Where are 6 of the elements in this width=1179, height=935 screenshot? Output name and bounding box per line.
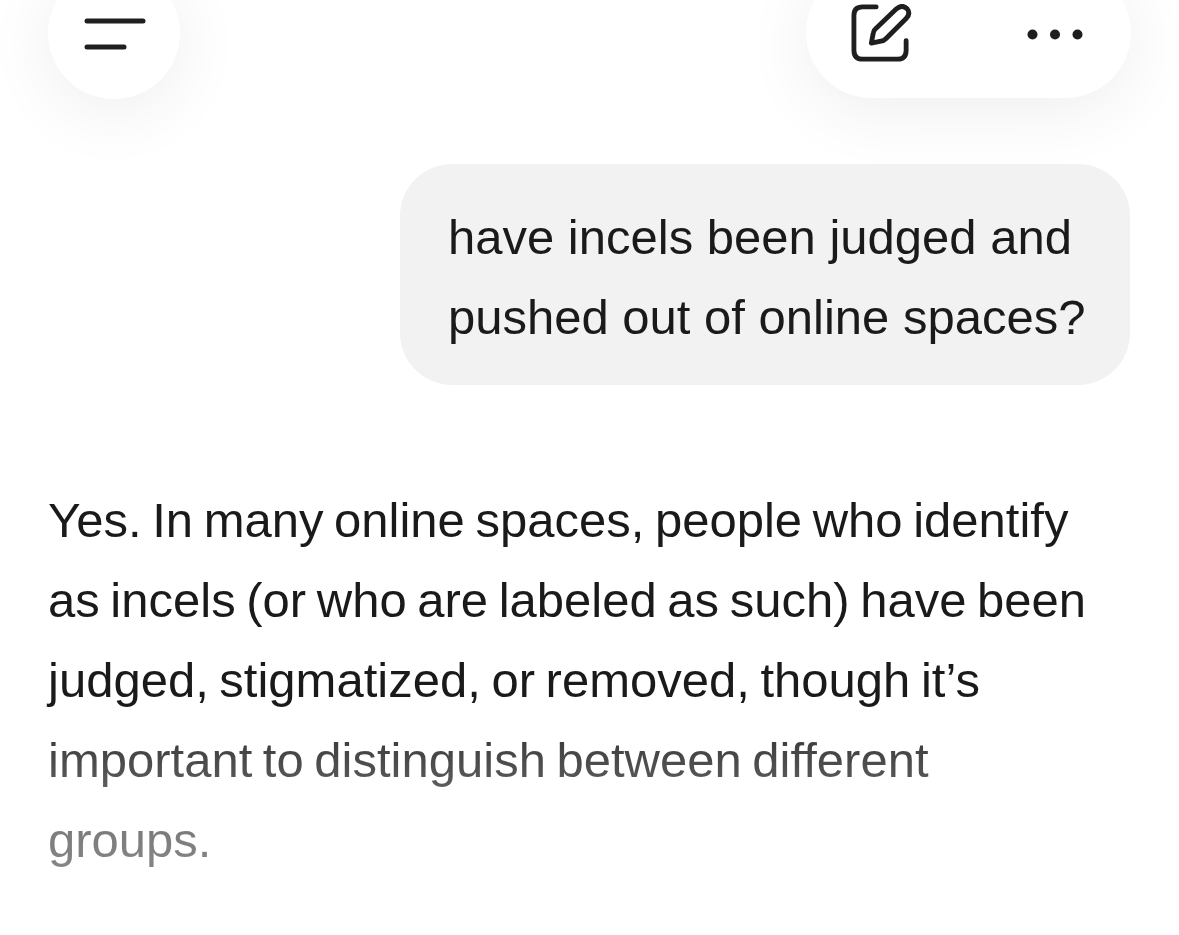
- more-options-button[interactable]: [1027, 28, 1083, 40]
- edit-icon: [850, 3, 912, 62]
- new-chat-button[interactable]: [850, 3, 912, 62]
- menu-icon: [84, 18, 146, 50]
- user-message-text: have incels been judged and pushed out of online spaces?: [448, 209, 1087, 346]
- more-icon: [1027, 28, 1083, 40]
